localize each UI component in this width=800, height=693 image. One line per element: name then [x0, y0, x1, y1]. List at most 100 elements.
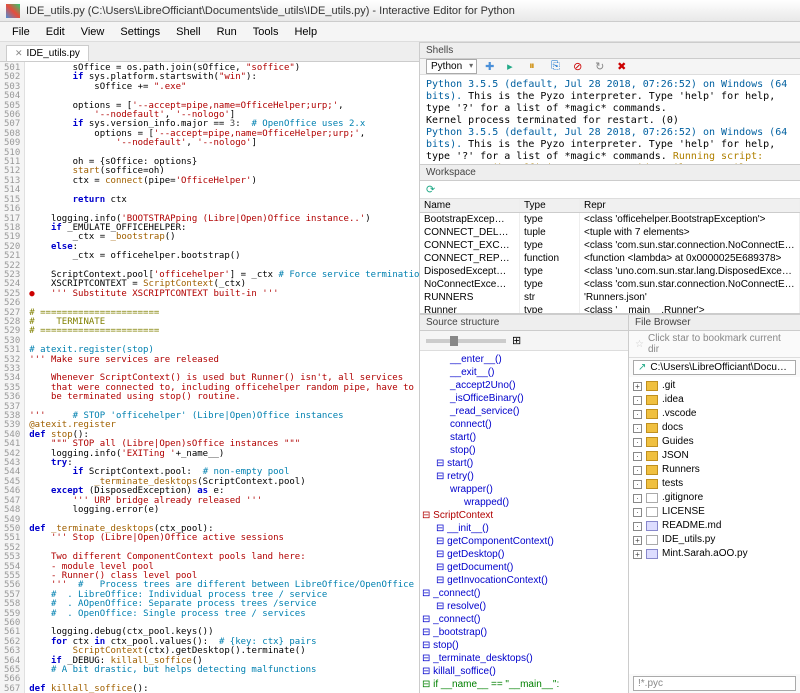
language-dropdown[interactable]: Python	[426, 59, 477, 74]
workspace-row[interactable]: BootstrapExcep…type<class 'officehelper.…	[420, 213, 800, 226]
run-icon[interactable]: ▸	[507, 60, 521, 74]
shell-output[interactable]: Python 3.5.5 (default, Jul 28 2018, 07:2…	[420, 75, 800, 164]
tree-item[interactable]: ⊟ _bootstrap()	[422, 626, 626, 639]
code-area[interactable]: sOffice = os.path.join(sOffice, "soffice…	[25, 62, 419, 693]
reload-icon[interactable]: ↻	[595, 60, 609, 74]
close-icon[interactable]: ✕	[15, 48, 23, 59]
pause-icon[interactable]: ⏸	[529, 60, 543, 74]
file-item[interactable]: ·docs	[631, 421, 798, 435]
file-item[interactable]: ·.gitignore	[631, 491, 798, 505]
dir-icon	[646, 479, 658, 489]
workspace-row[interactable]: Runnertype<class '__main__.Runner'>	[420, 304, 800, 313]
tree-item[interactable]: wrapped()	[422, 496, 626, 509]
shells-title: Shells	[420, 42, 800, 59]
workspace-row[interactable]: CONNECT_EXC…type<class 'com.sun.star.con…	[420, 239, 800, 252]
menu-settings[interactable]: Settings	[112, 24, 168, 40]
tree-item[interactable]: stop()	[422, 444, 626, 457]
menu-tools[interactable]: Tools	[245, 24, 287, 40]
tree-item[interactable]: ⊟ _connect()	[422, 613, 626, 626]
tree-item[interactable]: __enter__()	[422, 353, 626, 366]
file-item[interactable]: ·.vscode	[631, 407, 798, 421]
workspace-row[interactable]: DisposedExcept…type<class 'uno.com.sun.s…	[420, 265, 800, 278]
file-item[interactable]: +.git	[631, 379, 798, 393]
expand-icon[interactable]: ·	[633, 522, 642, 531]
tree-item[interactable]: ⊟ getInvocationContext()	[422, 574, 626, 587]
workspace-row[interactable]: CONNECT_REP…function<function <lambda> a…	[420, 252, 800, 265]
expand-icon[interactable]: ·	[633, 466, 642, 475]
tree-item[interactable]: ⊟ _connect()	[422, 587, 626, 600]
tree-item[interactable]: ⊟ retry()	[422, 470, 626, 483]
tree-item[interactable]: ⊟ _terminate_desktops()	[422, 652, 626, 665]
stop-icon[interactable]: ⊘	[573, 60, 587, 74]
expand-icon[interactable]: ·	[633, 424, 642, 433]
source-structure-title: Source structure	[420, 314, 628, 331]
file-item[interactable]: ·tests	[631, 477, 798, 491]
expand-icon[interactable]: +	[633, 550, 642, 559]
tree-item[interactable]: ⊟ __init__()	[422, 522, 626, 535]
workspace-row[interactable]: NoConnectExce…type<class 'com.sun.star.c…	[420, 278, 800, 291]
window-title: IDE_utils.py (C:\Users\LibreOfficiant\Do…	[26, 5, 515, 17]
file-item[interactable]: ·JSON	[631, 449, 798, 463]
tree-item[interactable]: _accept2Uno()	[422, 379, 626, 392]
col-repr[interactable]: Repr	[580, 199, 800, 212]
expand-icon[interactable]: ·	[633, 438, 642, 447]
menu-help[interactable]: Help	[286, 24, 325, 40]
tree-item[interactable]: ⊟ resolve()	[422, 600, 626, 613]
zoom-slider[interactable]	[426, 339, 506, 343]
expand-icon[interactable]: ·	[633, 396, 642, 405]
md-icon	[646, 521, 658, 531]
menu-shell[interactable]: Shell	[168, 24, 208, 40]
refresh-icon[interactable]: ⟳	[426, 183, 435, 196]
tree-item[interactable]: ⊟ killall_soffice()	[422, 665, 626, 678]
menu-file[interactable]: File	[4, 24, 38, 40]
tree-item[interactable]: ⊟ getComponentContext()	[422, 535, 626, 548]
expand-icon[interactable]: ·	[633, 480, 642, 489]
file-tree[interactable]: +.git·.idea·.vscode·docs·Guides·JSON·Run…	[629, 377, 800, 674]
file-item[interactable]: ·Runners	[631, 463, 798, 477]
source-tree[interactable]: __enter__()__exit__()_accept2Uno()_isOff…	[420, 351, 628, 693]
expand-icon[interactable]: ·	[633, 508, 642, 517]
expand-icon[interactable]: ·	[633, 410, 642, 419]
code-editor[interactable]: 501 502 503 504 505 506 507 508 509 510 …	[0, 62, 419, 693]
workspace-row[interactable]: CONNECT_DEL…tuple<tuple with 7 elements>	[420, 226, 800, 239]
file-item[interactable]: ·LICENSE	[631, 505, 798, 519]
tree-item[interactable]: ⊟ start()	[422, 457, 626, 470]
workspace-body[interactable]: BootstrapExcep…type<class 'officehelper.…	[420, 213, 800, 313]
tree-item[interactable]: connect()	[422, 418, 626, 431]
tree-item[interactable]: start()	[422, 431, 626, 444]
star-icon[interactable]: ☆	[635, 339, 644, 350]
file-item[interactable]: +Mint.Sarah.aOO.py	[631, 547, 798, 561]
filter-input[interactable]: !*.pyc	[633, 676, 796, 691]
expand-icon[interactable]: +	[633, 536, 642, 545]
workspace-row[interactable]: RUNNERSstr'Runners.json'	[420, 291, 800, 304]
tree-item[interactable]: ⊟ stop()	[422, 639, 626, 652]
tree-item[interactable]: ⊟ ScriptContext	[422, 509, 626, 522]
path-box[interactable]: ↗ C:\Users\LibreOfficiant\Documents\ide_…	[633, 360, 796, 375]
new-shell-icon[interactable]: ✚	[485, 60, 499, 74]
tree-item[interactable]: ⊟ getDocument()	[422, 561, 626, 574]
col-name[interactable]: Name	[420, 199, 520, 212]
tree-item[interactable]: _isOfficeBinary()	[422, 392, 626, 405]
menu-edit[interactable]: Edit	[38, 24, 73, 40]
file-item[interactable]: ·.idea	[631, 393, 798, 407]
expand-icon[interactable]: ·	[633, 452, 642, 461]
workspace-panel: ⟳ Name Type Repr BootstrapExcep…type<cla…	[420, 181, 800, 313]
save-icon[interactable]: ⎘	[551, 60, 565, 74]
expand-icon[interactable]: ⊞	[512, 334, 521, 347]
file-item[interactable]: +IDE_utils.py	[631, 533, 798, 547]
menu-view[interactable]: View	[73, 24, 113, 40]
tree-item[interactable]: wrapper()	[422, 483, 626, 496]
clear-icon[interactable]: ✖	[617, 60, 631, 74]
up-dir-icon[interactable]: ↗	[638, 362, 646, 373]
file-item[interactable]: ·Guides	[631, 435, 798, 449]
tree-item[interactable]: _read_service()	[422, 405, 626, 418]
editor-tab[interactable]: ✕ IDE_utils.py	[6, 45, 89, 61]
tree-item[interactable]: __exit__()	[422, 366, 626, 379]
expand-icon[interactable]: +	[633, 382, 642, 391]
tree-item[interactable]: ⊟ getDesktop()	[422, 548, 626, 561]
expand-icon[interactable]: ·	[633, 494, 642, 503]
file-item[interactable]: ·README.md	[631, 519, 798, 533]
col-type[interactable]: Type	[520, 199, 580, 212]
tree-item[interactable]: ⊟ if __name__ == "__main__":	[422, 678, 626, 691]
menu-run[interactable]: Run	[209, 24, 245, 40]
